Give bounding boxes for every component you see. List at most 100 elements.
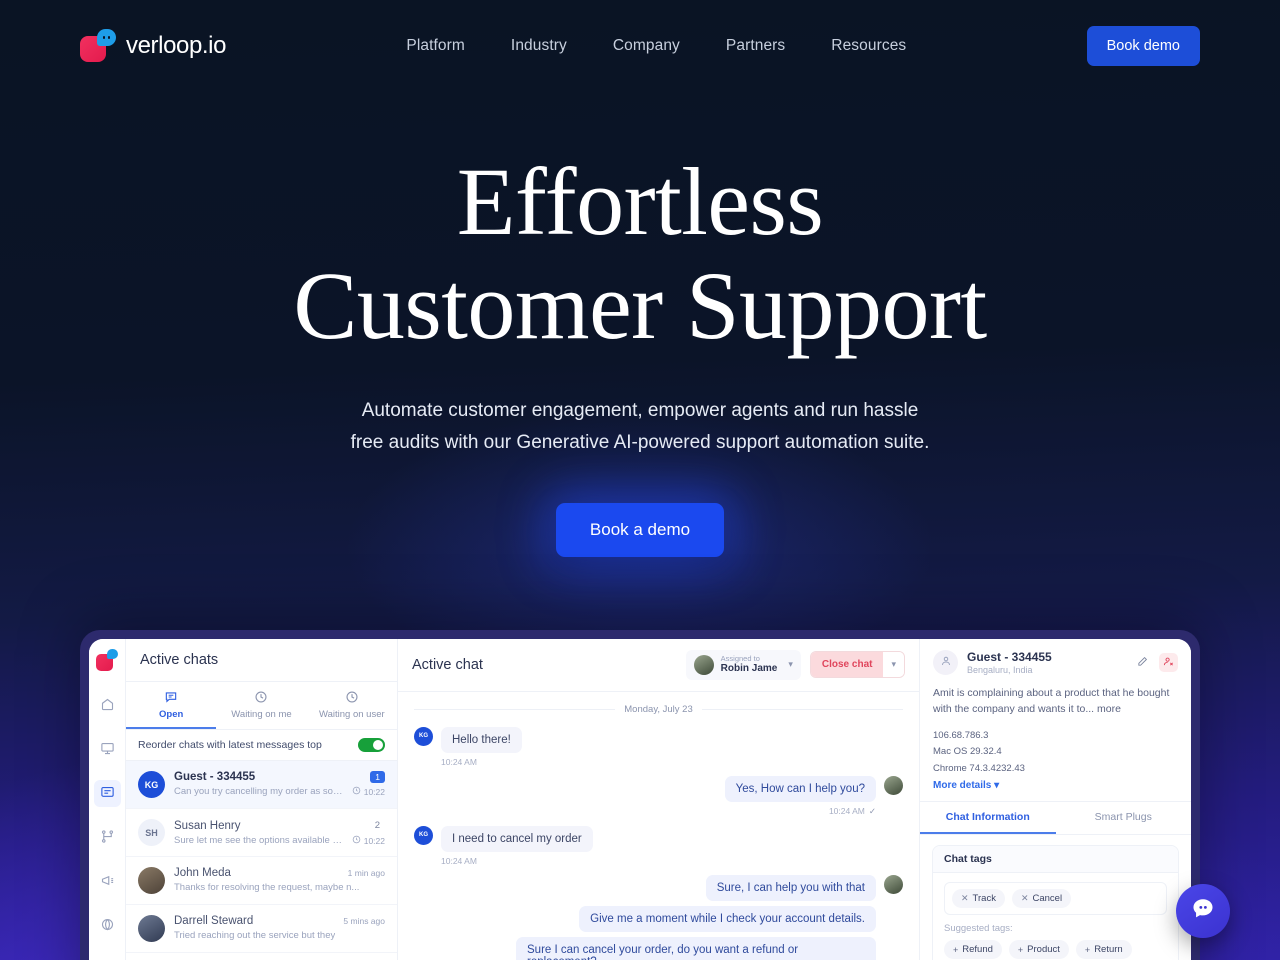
rail-item-chat[interactable] [93,780,121,807]
hero-book-a-demo-button[interactable]: Book a demo [555,503,725,558]
chat-bubble-icon [1190,896,1216,927]
avatar: KG [414,825,433,845]
contact-ip: 106.68.786.3 [933,729,989,741]
nav-item-resources[interactable]: Resources [831,37,906,55]
analytics-icon [100,917,115,935]
header-book-demo-button[interactable]: Book demo [1086,26,1200,66]
nav-item-industry[interactable]: Industry [511,37,567,55]
tab-chat-information[interactable]: Chat Information [920,802,1056,835]
tag-cancel[interactable]: ✕ Cancel [1011,889,1072,909]
main-nav: Platform Industry Company Partners Resou… [406,37,906,55]
nav-item-platform[interactable]: Platform [406,37,465,55]
list-item-name: Susan Henry [174,819,241,832]
list-item-time-text: 10:22 [363,835,385,846]
avatar [884,775,903,795]
dashboard-icon [100,741,115,759]
message-timestamp: 10:24 AM [441,855,477,866]
rail-item-dashboard[interactable] [94,736,121,763]
rail-item-whatsapp[interactable] [94,956,121,960]
list-item[interactable]: KG Guest - 334455 1 Can you try cancelli… [126,761,397,809]
chat-icon [100,785,115,803]
list-item-time-text: 5 mins ago [343,916,385,926]
contact-browser: Chrome 74.3.4232.43 [933,762,1025,774]
app-mockup: Active chats Open Waiting on me Waiting … [89,639,1191,960]
tab-smart-plugs[interactable]: Smart Plugs [1056,802,1192,834]
avatar: KG [138,771,165,798]
message-row-outgoing: Give me a moment while I check your acco… [414,905,903,932]
suggested-tag-refund-label: Refund [962,944,993,956]
list-item[interactable]: John Meda 1 min ago Thanks for resolving… [126,857,397,905]
more-details-link[interactable]: More details ▾ [933,780,1178,791]
chevron-down-icon: ▾ [788,659,793,670]
message-icon [126,690,216,704]
close-chat-button[interactable]: Close chat ▾ [809,651,905,679]
avatar [138,915,165,942]
avatar [933,650,958,675]
tab-open[interactable]: Open [126,682,217,729]
chat-tags-input[interactable]: ✕ Track ✕ Cancel [944,882,1167,916]
reorder-chats-toggle[interactable] [358,738,385,752]
tag-track[interactable]: ✕ Track [952,889,1005,909]
list-item-time: 10:22 [352,835,385,846]
verloop-logo-icon [80,29,116,63]
list-item-name: Guest - 334455 [174,771,256,783]
tab-waiting-on-user[interactable]: Waiting on user [307,682,397,729]
list-item[interactable]: SH Susan Henry 2 Sure let me see the opt… [126,809,397,857]
rail-item-home[interactable] [94,692,121,719]
message-timestamp: 10:24 AM [441,756,477,767]
tag-track-label: Track [972,893,996,905]
plus-icon: + [1084,944,1091,955]
rail-item-analytics[interactable] [94,912,121,939]
tag-cancel-label: Cancel [1032,893,1063,905]
active-chat-title: Active chat [412,656,483,673]
edit-contact-button[interactable] [1133,653,1152,672]
block-user-button[interactable] [1159,653,1178,672]
message-bubble: Sure, I can help you with that [705,874,876,901]
chat-filter-tabs: Open Waiting on me Waiting on user [126,682,397,730]
unread-badge: 1 [370,771,385,783]
message-row-incoming: KG I need to cancel my order [414,825,903,852]
avatar [138,867,165,894]
suggested-tag-product[interactable]: + Product [1008,940,1069,960]
chat-widget-button[interactable] [1176,884,1230,938]
reorder-chats-row: Reorder chats with latest messages top [126,730,397,761]
assigned-to-dropdown[interactable]: Assigned to Robin Jame ▾ [685,650,801,680]
date-divider: Monday, July 23 [414,704,903,715]
nav-item-company[interactable]: Company [613,37,680,55]
rail-item-campaign[interactable] [94,868,121,895]
chevron-down-icon[interactable]: ▾ [883,652,904,678]
clock-icon [216,690,306,704]
tab-open-label: Open [159,709,184,720]
message-bubble: I need to cancel my order [441,825,593,852]
flow-icon [100,829,115,847]
contact-meta: 106.68.786.3 Mac OS 29.32.4 Chrome 74.3.… [933,728,1178,778]
close-icon[interactable]: ✕ [1021,893,1029,904]
contact-location: Bengaluru, India [967,665,1033,675]
message-row-outgoing: Yes, How can I help you? [414,775,903,802]
active-chat-header: Active chat Assigned to Robin Jame ▾ Clo… [398,639,919,692]
chevron-down-icon: ▾ [994,780,1000,792]
tab-waiting-on-me[interactable]: Waiting on me [216,682,306,729]
message-row-outgoing: Sure, I can help you with that [414,874,903,901]
suggested-tag-return-label: Return [1094,944,1123,956]
suggested-tag-return[interactable]: + Return [1075,940,1132,960]
home-icon [100,697,115,715]
suggested-tags-label: Suggested tags: [944,923,1013,935]
nav-item-partners[interactable]: Partners [726,37,785,55]
page-title: Effortless Customer Support [0,150,1280,357]
contact-name: Guest - 334455 [967,650,1052,664]
close-chat-label: Close chat [810,652,884,678]
avatar [884,874,903,894]
hero-subtitle-line-2: free audits with our Generative AI-power… [350,432,930,454]
check-icon: ✓ [868,805,876,816]
tab-waiting-on-user-label: Waiting on user [318,709,385,720]
list-item[interactable]: Darrell Steward 5 mins ago Tried reachin… [126,905,397,953]
hero-subtitle: Automate customer engagement, empower ag… [0,395,1280,459]
list-item-preview: Can you try cancelling my order as soon.… [174,786,346,797]
rail-item-flow[interactable] [94,824,121,851]
close-icon[interactable]: ✕ [961,893,969,904]
message-bubble: Give me a moment while I check your acco… [579,905,876,932]
hero-section: Effortless Customer Support Automate cus… [0,150,1280,558]
suggested-tag-refund[interactable]: + Refund [944,940,1002,960]
brand-logo[interactable]: verloop.io [80,29,226,63]
